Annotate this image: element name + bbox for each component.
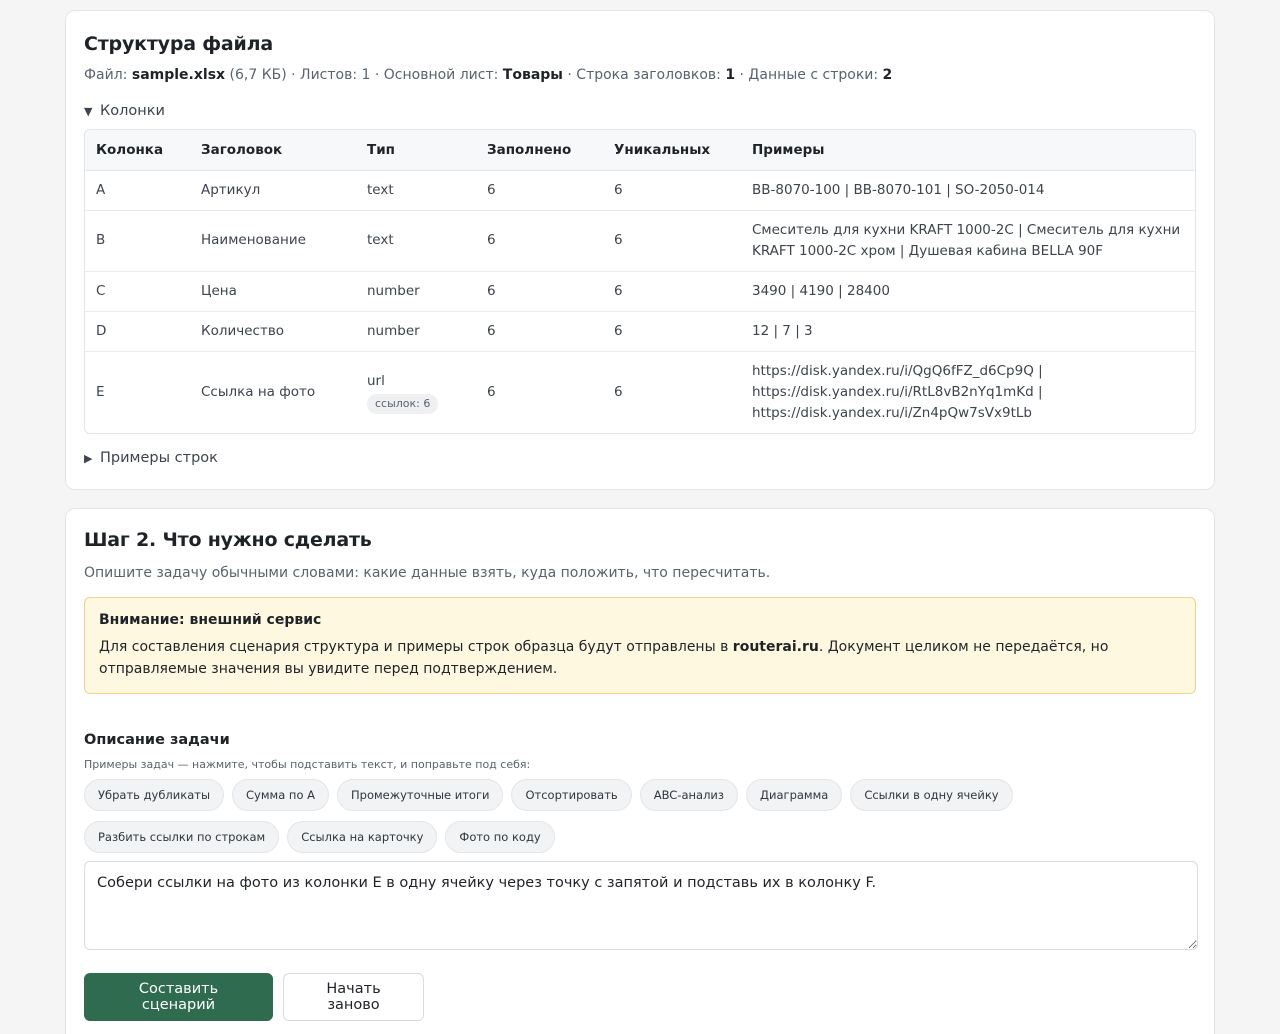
cell-column: B [85,210,190,272]
cell-header: Наименование [190,210,356,272]
chip-split-links[interactable]: Разбить ссылки по строкам [84,821,280,853]
chip-sort[interactable]: Отсортировать [511,779,632,811]
chip-photo-by-code[interactable]: Фото по коду [445,821,555,853]
table-row: A Артикул text 6 6 BB-8070-100 | BB-8070… [85,170,1195,211]
cell-examples: 3490 | 4190 | 28400 [741,271,1195,312]
cell-header: Артикул [190,170,356,211]
file-structure-title: Структура файла [84,33,273,55]
cell-type: number [356,311,476,352]
file-name: sample.xlsx [131,67,226,83]
cell-type: number [356,271,476,312]
external-service-warning: Внимание: внешний сервис Для составления… [84,597,1196,694]
cell-unique: 6 [614,383,623,400]
cell-examples: Смеситель для кухни KRAFT 1000-2C | Смес… [741,210,1195,272]
chip-remove-duplicates[interactable]: Убрать дубликаты [84,779,225,811]
step2-subtitle: Опишите задачу обычными словами: какие д… [84,565,771,581]
cell-unique: 6 [603,271,741,312]
cell-type: text [356,210,476,272]
main-sheet-name: Товары [502,67,563,83]
file-structure-card: Структура файла Файл: sample.xlsx (6,7 К… [65,10,1215,490]
columns-toggle-label: Колонки [100,103,165,119]
cell-type-value: url [367,372,385,389]
cell-filled: 6 [476,210,603,272]
chip-subtotals[interactable]: Промежуточные итоги [337,779,504,811]
chip-links-one-cell[interactable]: Ссылки в одну ячейку [850,779,1013,811]
sample-rows-toggle[interactable]: ▶ Примеры строк [84,450,1196,466]
task-description-input[interactable]: Собери ссылки на фото из колонки E в одн… [84,861,1198,950]
cell-filled: 6 [476,271,603,312]
cell-header: Цена [190,271,356,312]
header-unique: Уникальных [603,130,741,171]
step2-title: Шаг 2. Что нужно сделать [84,529,372,551]
cell-filled: 6 [476,311,603,352]
service-name: routerai.ru [732,639,819,655]
cell-header: Ссылка на фото [201,383,316,400]
cell-unique: 6 [603,210,741,272]
step2-card: Шаг 2. Что нужно сделать Опишите задачу … [65,508,1215,1034]
build-scenario-button[interactable]: Составить сценарий [84,973,273,1021]
header-filled: Заполнено [476,130,603,171]
header-type: Тип [356,130,476,171]
cell-column: E [96,383,105,400]
task-examples-hint: Примеры задач — нажмите, чтобы подставит… [84,758,531,771]
cell-column: A [85,170,190,211]
data-start-row: 2 [882,67,893,83]
cell-unique: 6 [603,170,741,211]
sample-rows-toggle-label: Примеры строк [100,450,218,466]
triangle-down-icon: ▼ [84,104,93,118]
columns-table: Колонка Заголовок Тип Заполнено Уникальн… [84,129,1196,434]
cell-type: url ссылок: 6 [356,351,476,433]
cell-type: text [356,170,476,211]
chip-card-link[interactable]: Ссылка на карточку [287,821,438,853]
table-row: D Количество number 6 6 12 | 7 | 3 [85,311,1195,352]
header-title: Заголовок [190,130,356,171]
cell-column: C [85,271,190,312]
file-size: (6,7 КБ) [225,67,287,83]
cell-unique: 6 [603,311,741,352]
table-header-row: Колонка Заголовок Тип Заполнено Уникальн… [85,130,1195,171]
task-description-label: Описание задачи [84,732,230,748]
chip-sum-by-a[interactable]: Сумма по A [232,779,329,811]
cell-examples: BB-8070-100 | BB-8070-101 | SO-2050-014 [741,170,1195,211]
chip-chart[interactable]: Диаграмма [746,779,843,811]
header-row-number: 1 [725,67,736,83]
header-column: Колонка [85,130,190,171]
triangle-right-icon: ▶ [84,451,93,465]
cell-header: Количество [190,311,356,352]
cell-column: D [85,311,190,352]
cell-examples: https://disk.yandex.ru/i/QgQ6fFZ_d6Cp9Q … [752,362,1043,421]
cell-examples: 12 | 7 | 3 [741,311,1195,352]
warning-body: Для составления сценария структура и при… [99,639,1109,677]
warning-title: Внимание: внешний сервис [99,612,322,628]
step2-actions: Составить сценарий Начать заново [84,973,1196,1021]
task-example-chips: Убрать дубликаты Сумма по A Промежуточны… [84,779,1144,853]
table-row: C Цена number 6 6 3490 | 4190 | 28400 [85,271,1195,312]
chip-abc-analysis[interactable]: ABC-анализ [639,779,739,811]
cell-filled: 6 [487,383,496,400]
link-count-badge: ссылок: 6 [367,393,439,414]
start-over-button[interactable]: Начать заново [283,973,424,1021]
table-row: E Ссылка на фото url ссылок: 6 6 6 https… [85,351,1195,433]
columns-toggle[interactable]: ▼ Колонки [84,103,1196,119]
file-meta: Файл: sample.xlsx (6,7 КБ) · Листов: 1 ·… [84,67,893,83]
table-row: B Наименование text 6 6 Смеситель для ку… [85,210,1195,272]
cell-filled: 6 [476,170,603,211]
header-examples: Примеры [741,130,1195,171]
